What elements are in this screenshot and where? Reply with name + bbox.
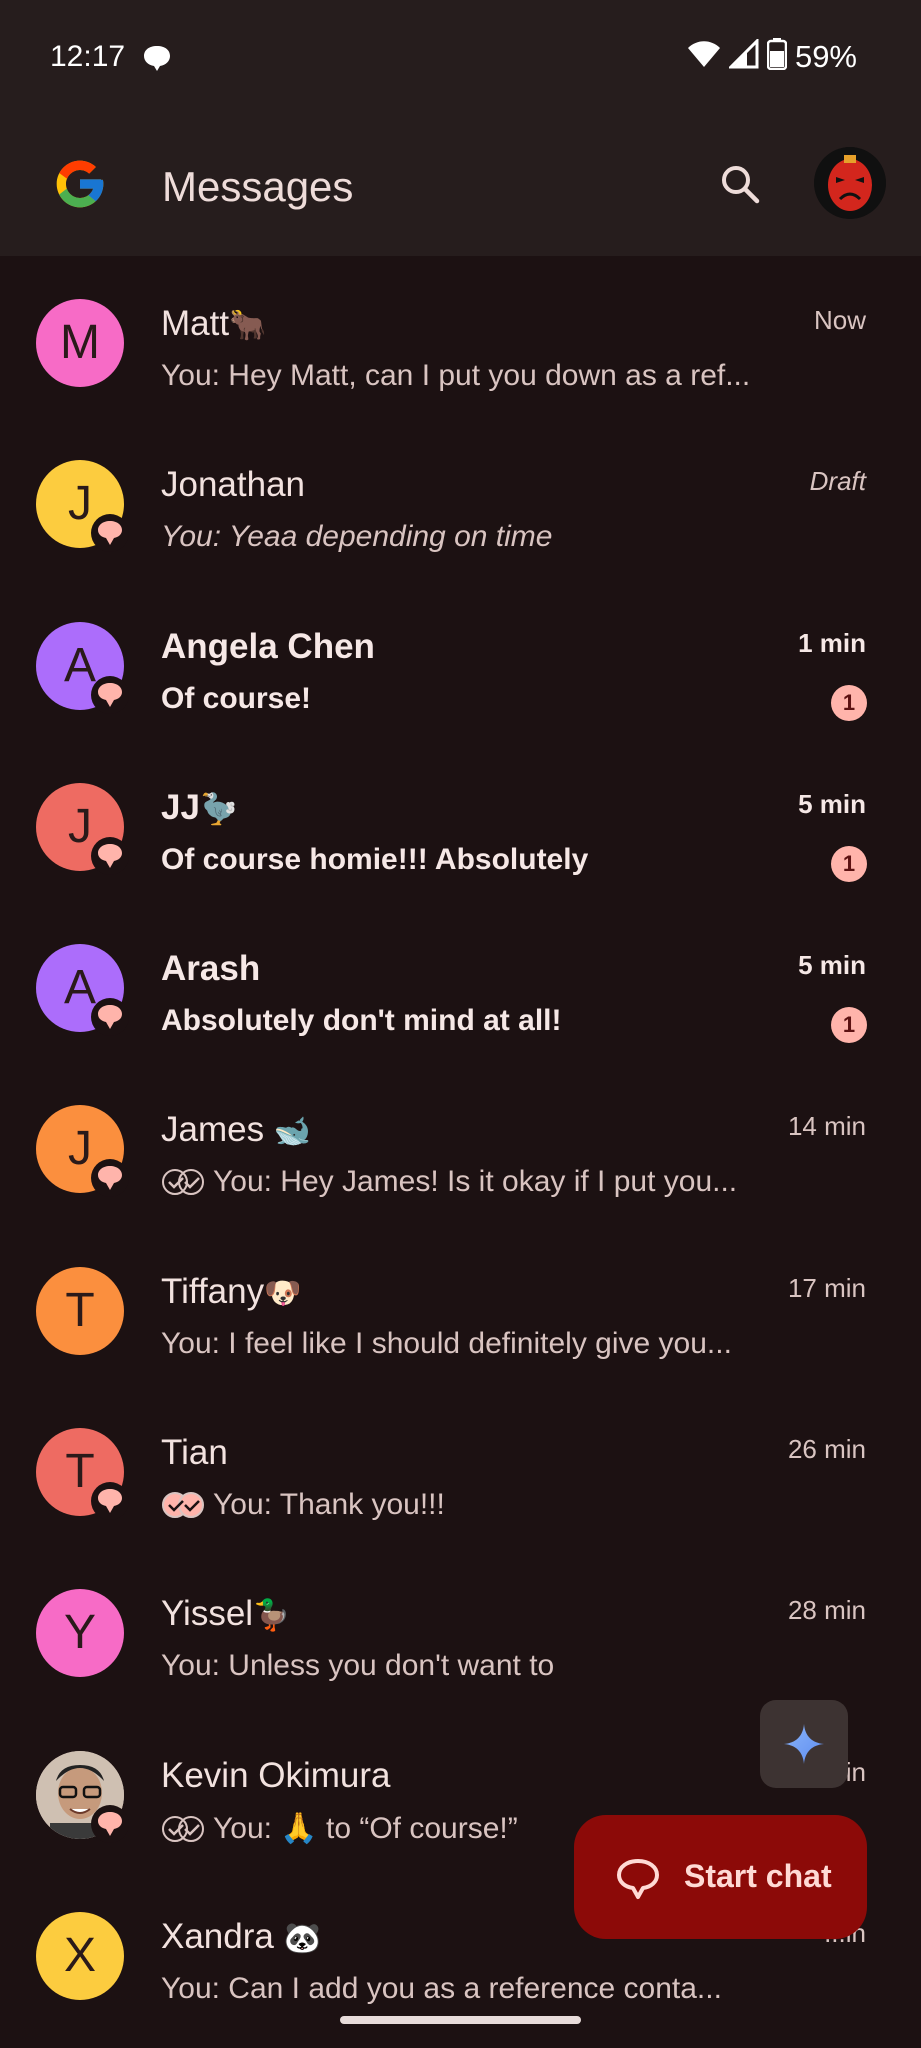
message-preview: You: Hey Matt, can I put you down as a r… (161, 359, 751, 392)
conversation-row[interactable]: J JJ🦤 Of course homie!!! Absolutely 5 min 1 (0, 746, 921, 907)
sparkle-icon (782, 1722, 826, 1771)
timestamp: 5 min (798, 788, 866, 819)
message-preview: Absolutely don't mind at all! (161, 1004, 562, 1038)
rcs-chat-badge-icon (90, 513, 130, 553)
contact-emoji: 🐼 (283, 1921, 321, 1955)
contact-name: Matt🐂 (161, 304, 267, 343)
timestamp: 14 min (787, 1111, 866, 1142)
timestamp: 26 min (787, 1434, 866, 1465)
message-preview: You: Unless you don't want to (161, 1649, 555, 1683)
conversation-row[interactable]: A Arash Absolutely don't mind at all! 5 min… (0, 907, 921, 1068)
status-icons: 59% (687, 37, 857, 75)
contact-emoji: 🐂 (229, 309, 267, 342)
conversation-row[interactable]: A Angela Chen Of course! 1 min 1 (0, 585, 921, 746)
message-preview: You: Yeaa depending on time (161, 520, 553, 554)
contact-name: Xandra 🐼 (161, 1916, 321, 1956)
app-bar: Messages (0, 120, 921, 256)
status-time: 12:17 (50, 40, 126, 73)
start-chat-button[interactable]: Start chat (574, 1815, 867, 1939)
rcs-chat-badge-icon (90, 1804, 130, 1844)
unread-count-badge: 1 (831, 684, 867, 721)
timestamp: Now (813, 305, 866, 335)
chat-bubble-icon (142, 44, 172, 77)
rcs-chat-badge-icon (90, 1158, 130, 1198)
conversation-row[interactable]: T Tian You: Thank you!!! 26 min (0, 1391, 921, 1552)
conversation-row[interactable]: J James 🐋 You: Hey James! Is it okay if I … (0, 1068, 921, 1229)
contact-name: James 🐋 (161, 1110, 312, 1150)
google-g-logo (52, 156, 108, 217)
app-title: Messages (162, 163, 354, 210)
message-preview: Of course homie!!! Absolutely (161, 842, 589, 876)
wifi-icon (687, 40, 721, 73)
contact-emoji: 🦤 (199, 792, 238, 826)
contact-emoji: 🐋 (273, 1115, 312, 1149)
conversation-row[interactable]: M Matt🐂 You: Hey Matt, can I put you down … (0, 262, 921, 423)
contact-emoji: 🐶 (264, 1276, 302, 1310)
rcs-chat-badge-icon (90, 675, 130, 715)
message-preview: You: Hey James! Is it okay if I put you.… (161, 1165, 737, 1204)
avatar[interactable]: T (36, 1266, 124, 1355)
gemini-button[interactable] (760, 1700, 848, 1788)
contact-name: Yissel🦆 (161, 1594, 291, 1634)
unread-count-badge: 1 (831, 845, 867, 882)
message-preview: You: Thank you!!! (161, 1488, 445, 1527)
message-preview: Of course! (161, 681, 312, 715)
start-chat-label: Start chat (684, 1858, 832, 1894)
contact-emoji: 🦆 (253, 1599, 291, 1633)
contact-name: Kevin Okimura (161, 1755, 391, 1795)
avatar[interactable]: Y (36, 1589, 124, 1678)
contact-name: Jonathan (161, 465, 306, 505)
unread-count-badge: 1 (831, 1007, 867, 1044)
read-receipt-icon (161, 1491, 205, 1527)
timestamp: 5 min (798, 950, 866, 981)
read-receipt-icon (161, 1168, 205, 1204)
avatar[interactable]: M (36, 299, 124, 387)
rcs-chat-badge-icon (90, 836, 130, 876)
contact-name: Tiffany🐶 (161, 1271, 302, 1311)
read-receipt-icon (161, 1815, 205, 1851)
conversation-row[interactable]: Y Yissel🦆 You: Unless you don't want to 28 … (0, 1552, 921, 1713)
conversation-row[interactable]: T Tiffany🐶 You: I feel like I should defin… (0, 1230, 921, 1391)
chat-bubble-icon (614, 1855, 662, 1908)
rcs-chat-badge-icon (90, 997, 130, 1037)
search-icon[interactable] (714, 158, 768, 212)
battery-percent: 59% (794, 38, 857, 74)
status-bar: 12:17 59% (0, 0, 921, 120)
home-indicator[interactable] (340, 2016, 581, 2024)
rcs-chat-badge-icon (90, 1481, 130, 1521)
timestamp: Draft (809, 466, 866, 497)
signal-icon (727, 37, 759, 74)
avatar[interactable]: X (36, 1911, 124, 2000)
contact-name: Tian (161, 1433, 228, 1473)
message-preview: You: 🙏 to “Of course!” (161, 1811, 518, 1851)
account-avatar[interactable] (814, 147, 886, 219)
battery-icon (766, 38, 788, 75)
message-preview: You: Can I add you as a reference conta.… (161, 1971, 722, 2005)
timestamp: 28 min (787, 1595, 866, 1626)
timestamp: 1 min (798, 627, 866, 658)
conversation-row[interactable]: J Jonathan You: Yeaa depending on time Draf… (0, 423, 921, 584)
message-preview: You: I feel like I should definitely giv… (161, 1326, 732, 1360)
contact-name: Angela Chen (161, 626, 375, 666)
contact-name: JJ🦤 (161, 787, 238, 827)
timestamp: 17 min (787, 1272, 866, 1303)
contact-name: Arash (161, 949, 261, 989)
